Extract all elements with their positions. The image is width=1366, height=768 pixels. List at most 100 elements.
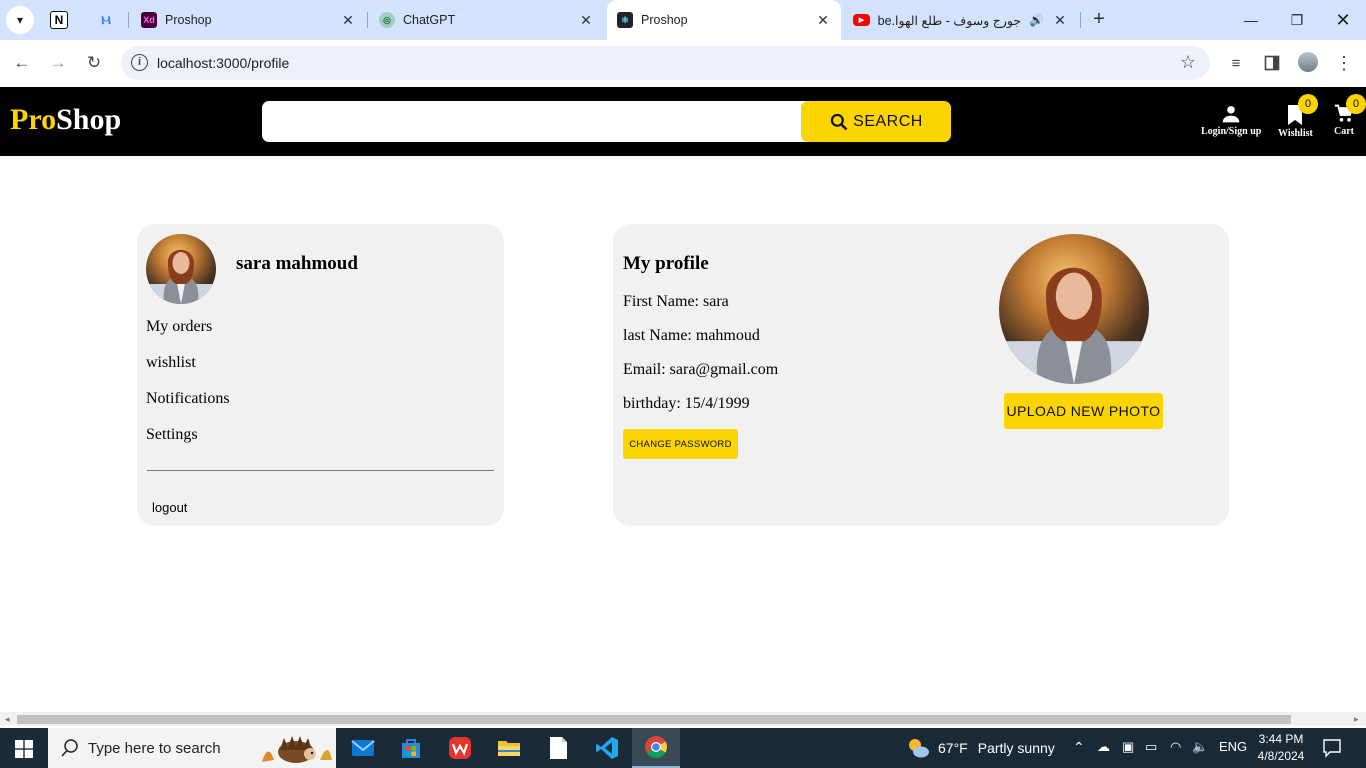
partly-sunny-icon xyxy=(906,736,930,760)
scrollbar-thumb[interactable] xyxy=(17,715,1291,724)
tab-title: Proshop xyxy=(641,13,688,27)
taskbar-search-box[interactable]: Type here to search xyxy=(48,728,336,768)
clock-time: 3:44 PM xyxy=(1258,732,1304,746)
profile-avatar-icon[interactable] xyxy=(1298,52,1318,72)
cart-count-badge: 0 xyxy=(1346,94,1366,114)
meet-now-icon[interactable]: ▣ xyxy=(1122,739,1134,755)
pinned-tab-app-icon[interactable]: Ⲙ xyxy=(96,10,116,30)
taskbar-clock[interactable]: 3:44 PM 4/8/2024 xyxy=(1256,731,1306,765)
tab-chatgpt[interactable]: ◎ ChatGPT ✕ xyxy=(369,0,604,40)
sidebar-divider xyxy=(147,470,494,471)
tab-separator xyxy=(1080,12,1081,28)
tab-title: ChatGPT xyxy=(403,13,456,27)
sidebar-username: sara mahmoud xyxy=(236,253,358,274)
chrome-taskbar-icon[interactable] xyxy=(632,728,680,768)
sidebar-item-settings[interactable]: Settings xyxy=(146,426,198,444)
youtube-icon: ▶ xyxy=(853,14,870,26)
tab-search-dropdown-icon[interactable]: ▾ xyxy=(6,6,34,34)
tab-title: Proshop xyxy=(165,13,212,27)
onedrive-icon[interactable]: ☁ xyxy=(1097,739,1110,755)
show-hidden-icons-icon[interactable]: ⌃ xyxy=(1073,739,1085,756)
tab-proshop-xd[interactable]: Xd Proshop ✕ xyxy=(131,0,366,40)
adobe-xd-icon: Xd xyxy=(141,12,157,28)
profile-photo xyxy=(999,234,1149,384)
new-tab-button[interactable]: + xyxy=(1088,8,1110,30)
bookmark-star-icon[interactable]: ☆ xyxy=(1180,52,1196,73)
minimize-button[interactable]: — xyxy=(1228,0,1274,40)
language-indicator[interactable]: ENG xyxy=(1219,739,1247,754)
scroll-left-icon[interactable]: ◂ xyxy=(5,714,10,725)
user-avatar xyxy=(146,234,216,304)
search-icon xyxy=(830,113,848,130)
cart-link[interactable]: Cart 0 xyxy=(1334,94,1366,137)
change-password-button[interactable]: CHANGE PASSWORD xyxy=(623,429,738,459)
profile-details-card: My profile First Name: sara last Name: m… xyxy=(613,224,1229,526)
notepad-icon[interactable] xyxy=(534,728,582,768)
wishlist-label: Wishlist xyxy=(1278,128,1313,139)
site-info-icon[interactable]: i xyxy=(131,54,148,71)
sidebar-item-wishlist[interactable]: wishlist xyxy=(146,354,196,372)
weather-desc: Partly sunny xyxy=(977,740,1055,756)
battery-icon[interactable]: ▭ xyxy=(1145,739,1157,755)
vscode-icon[interactable] xyxy=(583,728,631,768)
audio-playing-icon[interactable]: 🔊 xyxy=(1029,13,1044,27)
close-tab-icon[interactable]: ✕ xyxy=(815,12,831,29)
tab-youtube[interactable]: ▶ جورج وسوف - طلع الهوا.ube 🔊 ✕ xyxy=(843,0,1078,40)
openai-icon: ◎ xyxy=(379,12,395,28)
file-explorer-icon[interactable] xyxy=(485,728,533,768)
wps-office-icon[interactable] xyxy=(436,728,484,768)
search-highlight-hedgehog-icon xyxy=(262,736,332,763)
tab-proshop-active[interactable]: ⚛ Proshop ✕ xyxy=(607,0,841,40)
logo-shop-text: Shop xyxy=(56,103,122,136)
search-input[interactable] xyxy=(262,101,822,142)
birthday-field: birthday: 15/4/1999 xyxy=(623,395,750,412)
tab-separator xyxy=(367,12,368,28)
weather-widget[interactable]: 67°F Partly sunny xyxy=(906,736,1055,760)
volume-icon[interactable]: 🔈 xyxy=(1192,739,1208,755)
cart-label: Cart xyxy=(1334,126,1354,137)
taskbar-search-placeholder: Type here to search xyxy=(88,740,221,757)
clock-date: 4/8/2024 xyxy=(1257,749,1305,763)
media-controls-icon[interactable]: ≡ xyxy=(1226,53,1246,73)
last-name-field: last Name: mahmoud xyxy=(623,327,760,344)
horizontal-scrollbar[interactable]: ◂ ▸ xyxy=(0,712,1366,726)
logo-pro-text: Pro xyxy=(10,103,57,136)
back-button[interactable]: ← xyxy=(10,51,34,75)
person-icon xyxy=(1222,106,1240,123)
login-label: Login/Sign up xyxy=(1201,126,1262,137)
notion-pinned-tab-icon[interactable]: N xyxy=(50,11,68,29)
microsoft-store-icon[interactable] xyxy=(387,728,435,768)
url-text[interactable]: localhost:3000/profile xyxy=(157,55,289,71)
close-tab-icon[interactable]: ✕ xyxy=(578,12,594,29)
profile-title: My profile xyxy=(623,253,709,274)
scroll-right-icon[interactable]: ▸ xyxy=(1354,714,1359,725)
mail-app-icon[interactable] xyxy=(339,728,387,768)
browser-menu-icon[interactable]: ⋮ xyxy=(1334,53,1354,73)
logout-link[interactable]: logout xyxy=(152,500,187,515)
windows-start-icon[interactable] xyxy=(15,740,33,763)
login-signup-link[interactable]: Login/Sign up xyxy=(1201,104,1261,137)
address-bar[interactable]: i localhost:3000/profile ☆ xyxy=(121,46,1210,80)
search-button[interactable]: SEARCH xyxy=(801,101,951,142)
upload-photo-button[interactable]: UPLOAD NEW PHOTO xyxy=(1004,393,1163,429)
sidebar-item-notifications[interactable]: Notifications xyxy=(146,390,230,408)
browser-toolbar: ← → ↻ i localhost:3000/profile ☆ ≡ ⋮ xyxy=(0,40,1366,86)
forward-button[interactable]: → xyxy=(46,51,70,75)
sidebar-item-my-orders[interactable]: My orders xyxy=(146,318,212,336)
weather-temp: 67°F xyxy=(938,740,968,756)
wifi-icon[interactable]: ◠ xyxy=(1170,739,1181,755)
search-icon xyxy=(61,739,78,757)
restore-button[interactable]: ❐ xyxy=(1274,0,1320,40)
wishlist-link[interactable]: Wishlist 0 xyxy=(1278,94,1318,139)
notification-center-icon[interactable] xyxy=(1322,738,1342,763)
tab-separator xyxy=(128,12,129,28)
tab-title: جورج وسوف - طلع الهوا.ube xyxy=(878,13,1022,28)
proshop-logo[interactable]: ProShop xyxy=(10,103,121,137)
close-window-button[interactable]: ✕ xyxy=(1320,0,1366,40)
close-tab-icon[interactable]: ✕ xyxy=(340,12,356,29)
close-tab-icon[interactable]: ✕ xyxy=(1052,12,1068,29)
reload-button[interactable]: ↻ xyxy=(82,51,106,75)
side-panel-icon[interactable] xyxy=(1262,53,1282,73)
search-button-label: SEARCH xyxy=(853,112,923,130)
site-header: ProShop SEARCH Login/Sign up Wishlist 0 … xyxy=(0,87,1366,156)
